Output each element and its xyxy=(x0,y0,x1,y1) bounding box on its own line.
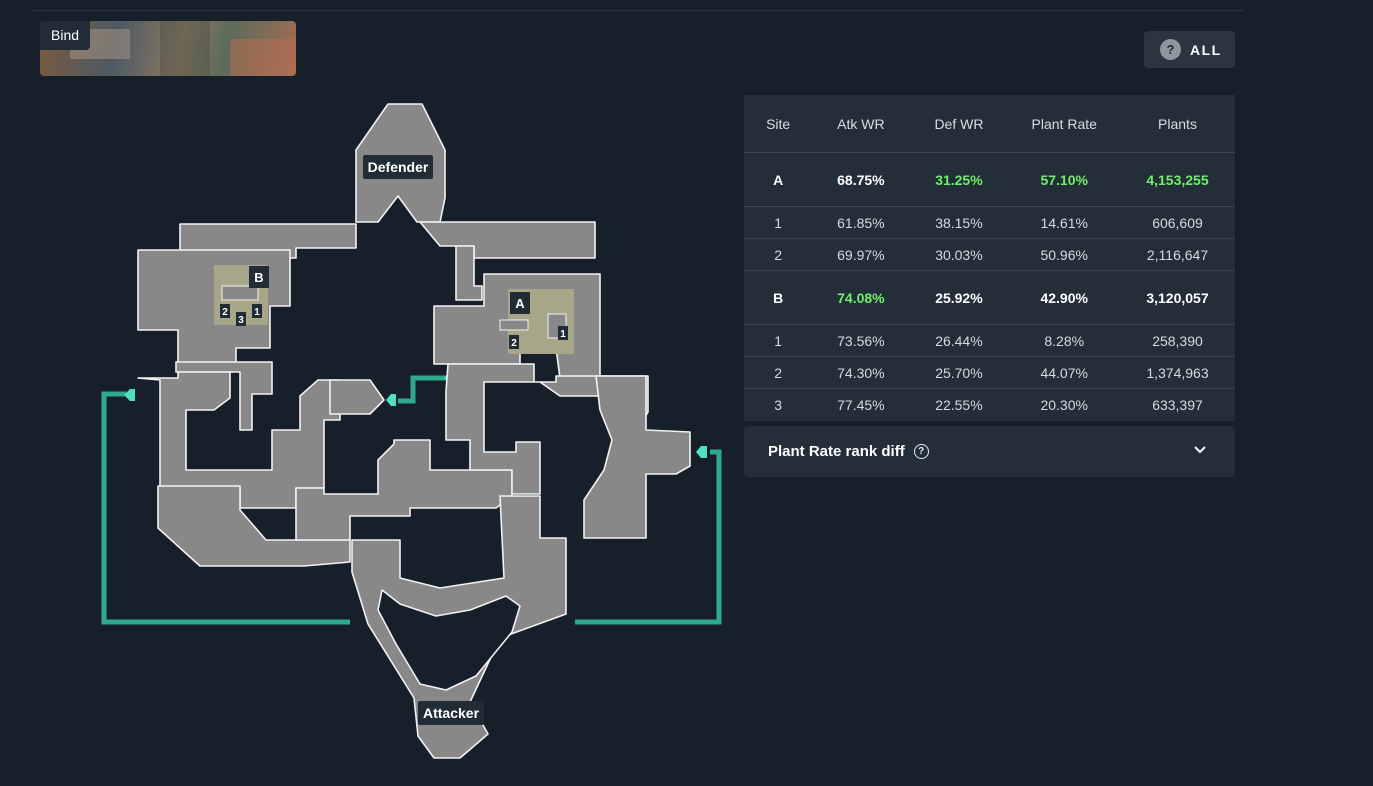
cell-plants: 4,153,255 xyxy=(1119,152,1235,207)
table-header-row: Site Atk WR Def WR Plant Rate Plants xyxy=(744,95,1235,153)
a-plant-1: 1 xyxy=(560,329,566,340)
cell-plant-rate: 20.30% xyxy=(1040,397,1088,413)
cell-atk-wr: 68.75% xyxy=(812,152,910,207)
site-row: A 68.75% 31.25% 57.10% 4,153,255 xyxy=(744,152,1235,207)
defender-label-text: Defender xyxy=(368,159,429,175)
site-stats-table: Site Atk WR Def WR Plant Rate Plants A 68… xyxy=(744,95,1235,421)
cell-site: 2 xyxy=(744,356,813,389)
cell-def-wr: 38.15% xyxy=(909,206,1009,239)
cell-plants: 2,116,647 xyxy=(1119,238,1235,271)
cell-plant-rate: 14.61% xyxy=(1008,206,1120,239)
site-row: B 74.08% 25.92% 42.90% 3,120,057 xyxy=(744,270,1235,325)
plant-rate-rank-diff-accordion[interactable]: Plant Rate rank diff ? xyxy=(744,426,1235,477)
cell-site: 1 xyxy=(744,206,813,239)
accordion-title: Plant Rate rank diff xyxy=(768,443,905,460)
cell-site: 1 xyxy=(744,324,813,357)
col-header-plant-rate[interactable]: Plant Rate xyxy=(1008,95,1120,153)
cell-def-wr: 26.44% xyxy=(909,324,1009,357)
plant-spot-row: 1 61.85% 38.15% 14.61% 606,609 xyxy=(744,206,1235,239)
hookah xyxy=(329,379,385,415)
teleporter-pad-a xyxy=(696,446,707,458)
b-plant-3: 3 xyxy=(238,315,244,326)
cell-plant-rate: 44.07% xyxy=(1008,356,1120,389)
table-body: A 68.75% 31.25% 57.10% 4,153,255 1 61.85% 38.15… xyxy=(744,152,1235,422)
col-header-plants[interactable]: Plants xyxy=(1119,95,1235,153)
cell-site: B xyxy=(744,270,813,325)
cell-atk-wr: 73.56% xyxy=(812,324,910,357)
chevron-down-icon xyxy=(1194,446,1206,454)
cell-def-wr: 31.25% xyxy=(909,152,1009,207)
cell-plant-rate: 8.28% xyxy=(1008,324,1120,357)
site-b-text: B xyxy=(254,270,263,285)
b-plant-2: 2 xyxy=(222,307,228,318)
plant-spot-row: 3 77.45% 22.55% 20.30% 633,397 xyxy=(744,389,1235,422)
cell-atk-wr: 61.85% xyxy=(812,206,910,239)
a-plant-2: 2 xyxy=(511,338,517,349)
cell-def-wr: 22.55% xyxy=(935,397,983,413)
north-corridor-east xyxy=(419,221,596,259)
cell-atk-wr: 77.45% xyxy=(837,397,885,413)
bind-minimap: Defender Attacker B A 2 3 1 2 1 xyxy=(101,103,722,759)
plant-spot-row: 1 73.56% 26.44% 8.28% 258,390 xyxy=(744,324,1235,357)
rank-filter-label: ALL xyxy=(1190,41,1222,58)
cell-plants: 1,374,963 xyxy=(1119,356,1235,389)
cell-site: 3 xyxy=(774,397,783,413)
site-a-marker: A xyxy=(510,292,530,314)
cell-def-wr: 25.70% xyxy=(909,356,1009,389)
site-a-text: A xyxy=(515,296,525,311)
cell-site: A xyxy=(744,152,813,207)
cell-plants: 606,609 xyxy=(1119,206,1235,239)
site-b-marker: B xyxy=(249,266,269,288)
rank-filter-button[interactable]: ? ALL xyxy=(1144,31,1235,68)
plant-spot-row: 2 69.97% 30.03% 50.96% 2,116,647 xyxy=(744,238,1235,271)
map-floor xyxy=(137,103,691,759)
cell-atk-wr: 69.97% xyxy=(812,238,910,271)
a-short xyxy=(583,375,691,539)
b-plant-1: 1 xyxy=(254,307,260,318)
cell-plant-rate: 42.90% xyxy=(1008,270,1120,325)
cell-plants: 3,120,057 xyxy=(1119,270,1235,325)
attacker-spawn-label: Attacker xyxy=(418,701,484,725)
cell-def-wr: 30.03% xyxy=(909,238,1009,271)
cell-site: 2 xyxy=(744,238,813,271)
cell-plant-rate: 50.96% xyxy=(1008,238,1120,271)
teleporter-pad-b xyxy=(124,389,135,401)
attacker-label-text: Attacker xyxy=(423,705,480,721)
cell-atk-wr: 74.08% xyxy=(812,270,910,325)
cell-plants: 258,390 xyxy=(1119,324,1235,357)
col-header-def-wr[interactable]: Def WR xyxy=(909,95,1009,153)
cell-plant-rate: 57.10% xyxy=(1008,152,1120,207)
col-header-atk-wr[interactable]: Atk WR xyxy=(812,95,910,153)
cell-plants: 633,397 xyxy=(1152,397,1203,413)
help-circle-icon: ? xyxy=(1160,39,1181,60)
defender-spawn-label: Defender xyxy=(363,155,433,179)
teleporter-pad-hookah xyxy=(386,394,396,406)
col-header-site[interactable]: Site xyxy=(744,95,813,153)
plant-spot-row: 2 74.30% 25.70% 44.07% 1,374,963 xyxy=(744,356,1235,389)
teleporter-line-mid xyxy=(398,375,446,404)
cell-def-wr: 25.92% xyxy=(909,270,1009,325)
help-icon[interactable]: ? xyxy=(913,444,929,459)
cell-atk-wr: 74.30% xyxy=(812,356,910,389)
